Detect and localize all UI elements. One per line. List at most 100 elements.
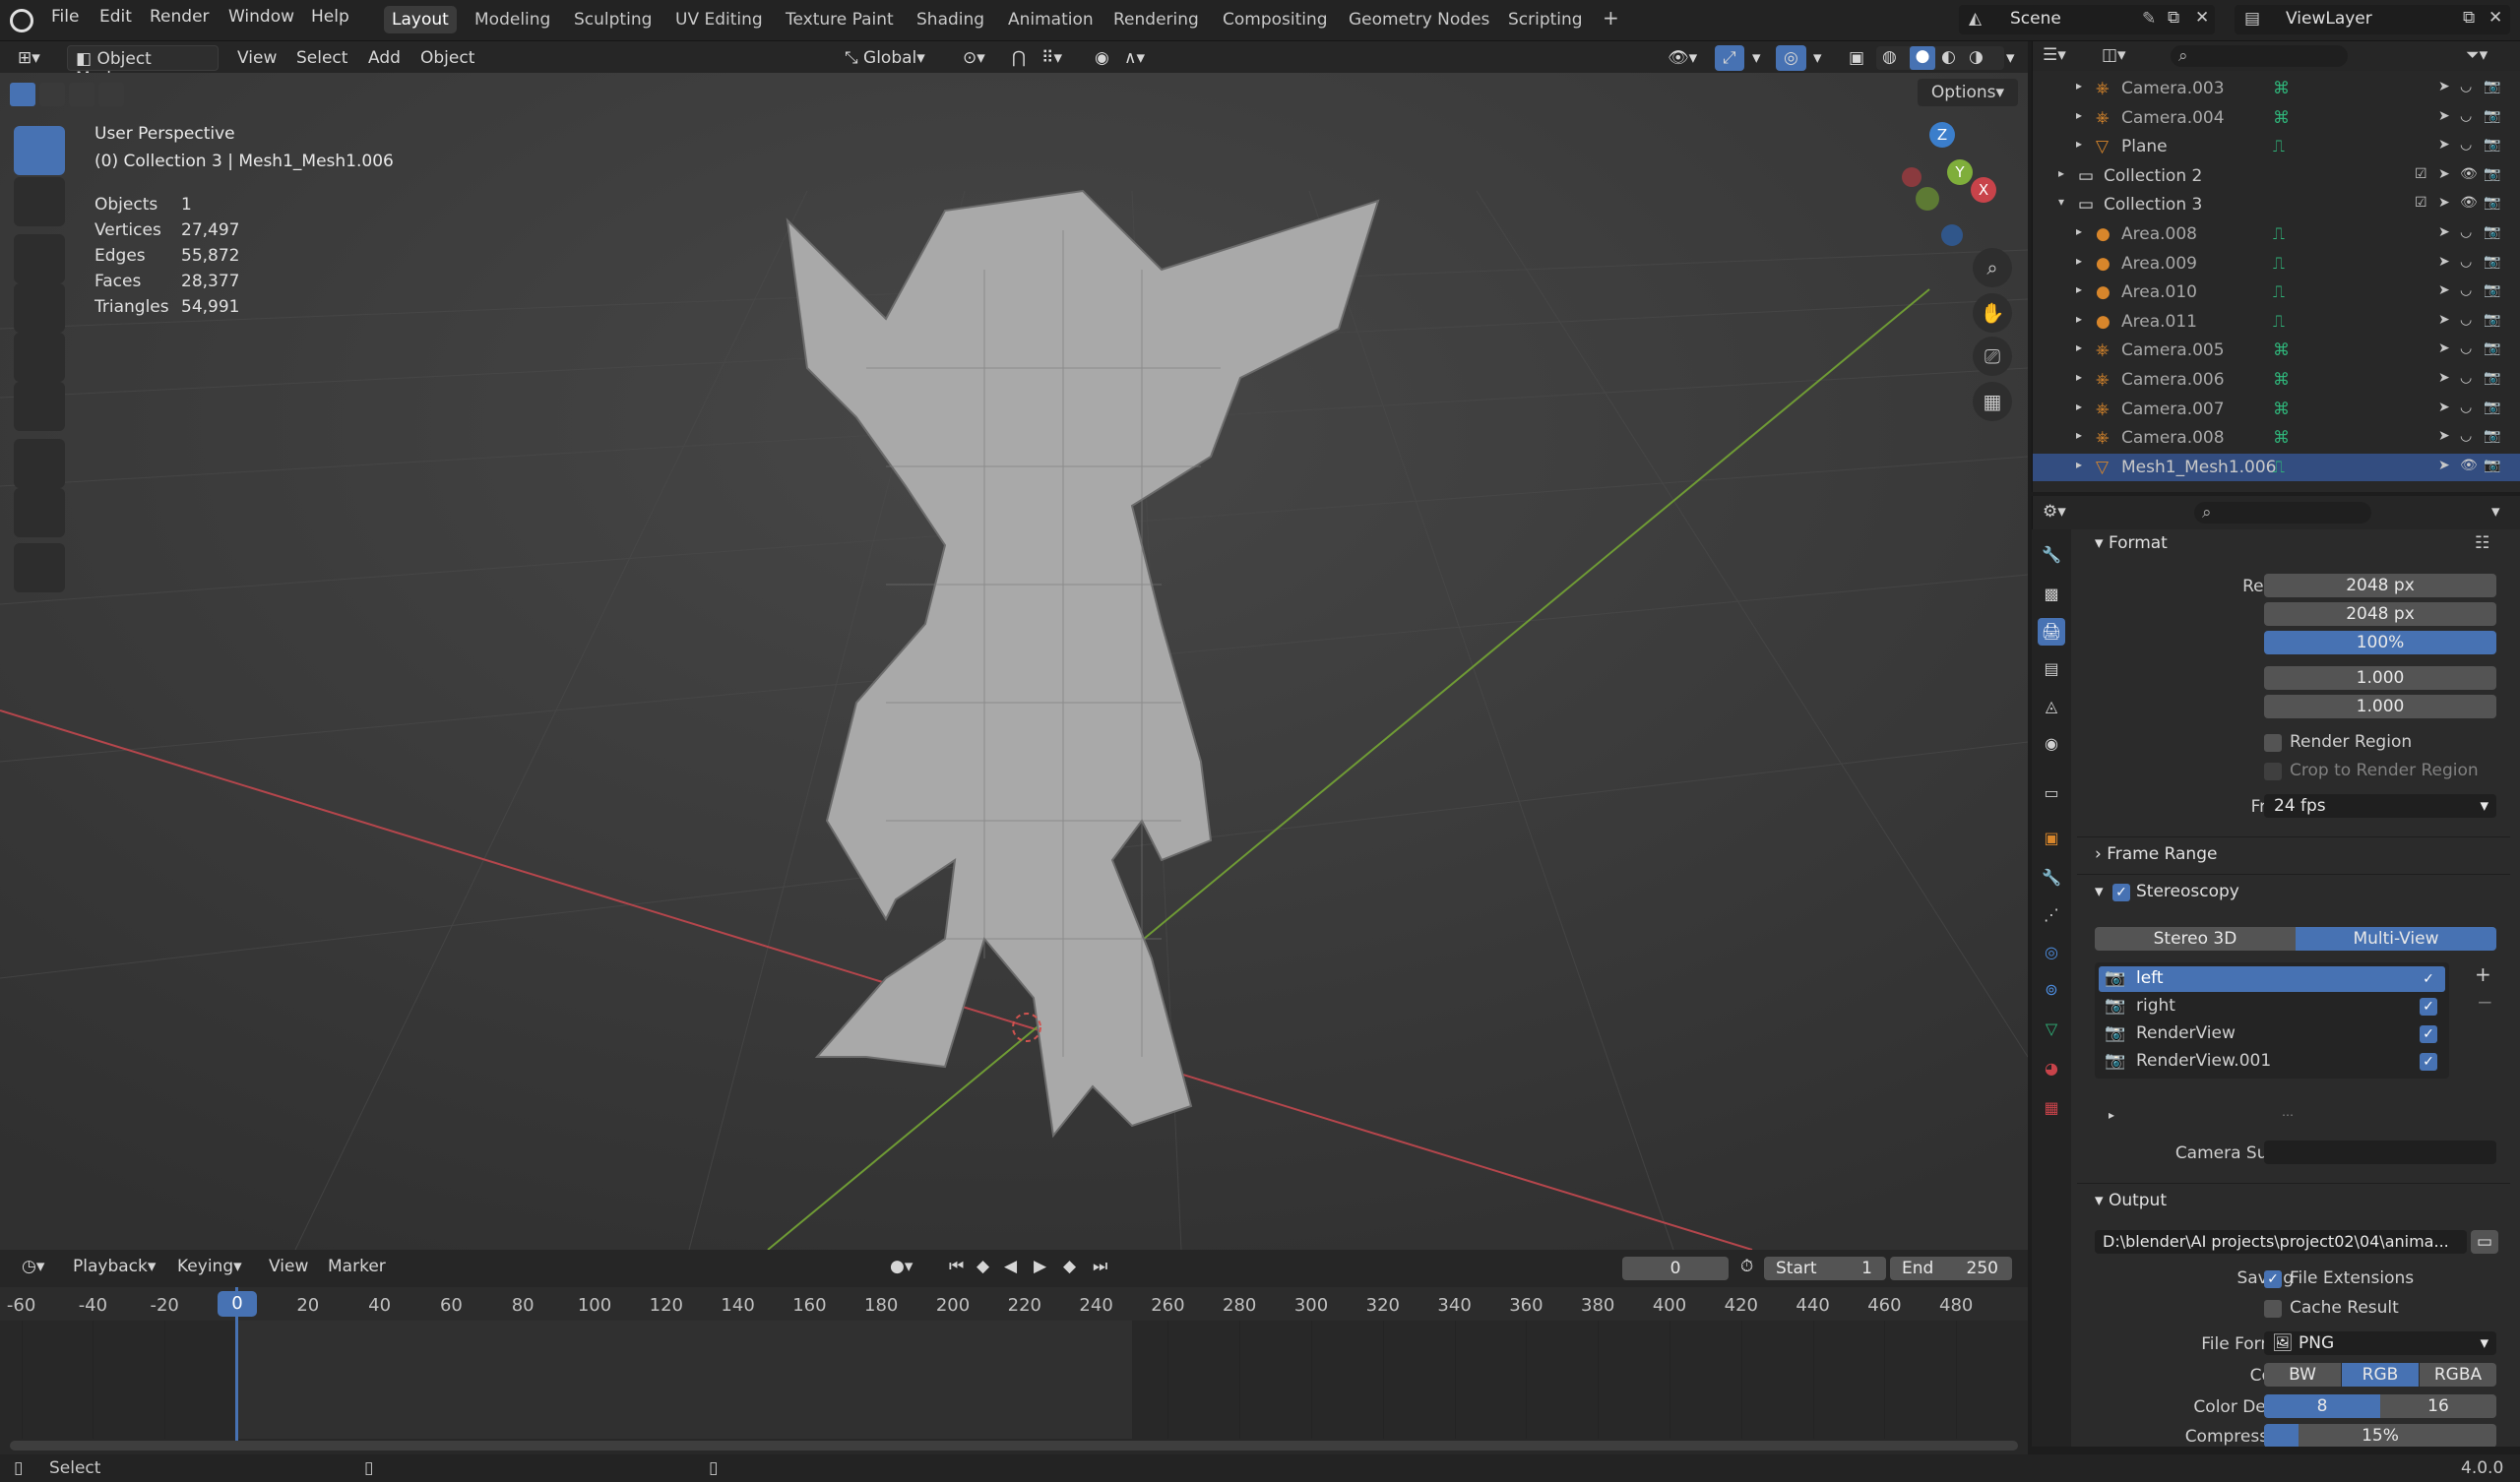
next-keyframe-icon[interactable]: ◆ [1055, 1254, 1084, 1279]
chevron-down-icon[interactable]: ▾ [1805, 45, 1830, 71]
texture-tab-icon[interactable]: ▦ [2038, 1094, 2065, 1122]
tab-sculpting[interactable]: Sculpting [566, 6, 660, 33]
folder-icon[interactable]: ▭ [2471, 1230, 2498, 1254]
chevron-right-icon[interactable]: ▸ [2076, 458, 2082, 471]
tab-shading[interactable]: Shading [909, 6, 992, 33]
outliner-item[interactable]: ▸ ⎈ Camera.004 ⌘ ➤ ◡ 📷 [2033, 104, 2520, 132]
gizmo-toggle-icon[interactable]: ⤢ [1715, 45, 1744, 71]
pan-hand-icon[interactable]: ✋ [1973, 293, 2012, 333]
menu-render[interactable]: Render [150, 7, 210, 27]
timeline[interactable]: -60 -40 -20 0 20 40 60 80 100 120 140 160 180 200 220 2… [0, 1287, 2028, 1456]
editor-type-icon[interactable]: ⚙▾ [2043, 502, 2066, 522]
select-arrow-icon[interactable]: ➤ [2438, 137, 2450, 153]
new-view-layer-icon[interactable]: ⧉ [2463, 8, 2475, 28]
render-camera-icon[interactable]: 📷 [2484, 428, 2500, 444]
outliner-item[interactable]: ▸ ▽ Mesh1_Mesh1.006 ⎍ ➤ 👁 📷 [2033, 453, 2520, 481]
tab-uv-editing[interactable]: UV Editing [667, 6, 771, 33]
render-camera-icon[interactable]: 📷 [2484, 340, 2500, 356]
editor-type-icon[interactable]: ☰▾ [2043, 45, 2066, 65]
scene-tab-icon[interactable]: ◬ [2038, 693, 2065, 720]
chevron-down-icon[interactable]: ▾ [1998, 45, 2023, 71]
select-extend-icon[interactable] [39, 83, 65, 106]
output-path-input[interactable]: D:\blender\AI projects\project02\04\anim… [2095, 1230, 2467, 1254]
zoom-icon[interactable]: ⌕ [1973, 248, 2012, 287]
scale-tool-icon[interactable] [14, 333, 65, 382]
crop-region-checkbox[interactable] [2264, 763, 2282, 780]
prev-keyframe-icon[interactable]: ◆ [969, 1254, 997, 1279]
neg-y-axis-icon[interactable] [1916, 187, 1939, 211]
render-tab-icon[interactable]: ▩ [2038, 581, 2065, 608]
chevron-right-icon[interactable]: ▸ [2076, 400, 2082, 413]
stereo-3d-button[interactable]: Stereo 3D [2095, 927, 2296, 951]
chevron-right-icon[interactable]: ▸ [2076, 428, 2082, 442]
play-reverse-icon[interactable]: ◀ [996, 1254, 1025, 1279]
hide-eye-icon[interactable]: ◡ [2460, 428, 2472, 444]
tab-scripting[interactable]: Scripting [1500, 6, 1591, 33]
list-item[interactable]: 📷 RenderView.001 ✓ [2099, 1049, 2445, 1075]
object-tab-icon[interactable]: ▣ [2038, 825, 2065, 852]
add-cube-tool-icon[interactable] [14, 543, 65, 592]
select-arrow-icon[interactable]: ➤ [2438, 370, 2450, 386]
close-icon[interactable]: ✕ [2195, 8, 2209, 28]
tab-modeling[interactable]: Modeling [467, 6, 558, 33]
chevron-right-icon[interactable]: ▸ [2076, 340, 2082, 354]
mode-dropdown[interactable]: ◧ Object Mode▾ [67, 45, 219, 89]
aspect-x-field[interactable]: 1.000 [2264, 666, 2496, 690]
hide-eye-icon[interactable]: ◡ [2460, 224, 2472, 240]
select-arrow-icon[interactable]: ➤ [2438, 282, 2450, 298]
menu-view[interactable]: View [229, 45, 284, 71]
view-enabled-checkbox[interactable]: ✓ [2420, 970, 2437, 988]
material-tab-icon[interactable]: ◕ [2038, 1055, 2065, 1082]
menu-file[interactable]: File [51, 7, 79, 27]
exclude-checkbox-icon[interactable]: ☑ [2415, 195, 2427, 211]
filter-icon[interactable]: ⏷▾ [2466, 45, 2488, 65]
display-mode-icon[interactable]: ◫▾ [2102, 45, 2126, 65]
hide-eye-icon[interactable]: ◡ [2460, 282, 2472, 298]
menu-add[interactable]: Add [360, 45, 409, 71]
rotate-tool-icon[interactable] [14, 283, 65, 333]
tab-rendering[interactable]: Rendering [1105, 6, 1207, 33]
snap-icon[interactable]: ⋂ [1004, 45, 1034, 71]
compression-slider[interactable]: 15% [2264, 1424, 2496, 1447]
view-enabled-checkbox[interactable]: ✓ [2420, 1053, 2437, 1071]
collection-tab-icon[interactable]: ▭ [2038, 779, 2065, 807]
hide-eye-icon[interactable]: 👁 [2460, 166, 2478, 182]
move-tool-icon[interactable] [14, 234, 65, 283]
render-camera-icon[interactable]: 📷 [2484, 254, 2500, 270]
transform-tool-icon[interactable] [14, 382, 65, 431]
visibility-icon[interactable]: 👁▾ [1660, 45, 1705, 71]
outliner-item[interactable]: ▸ ▭ Collection 2 ☑ ➤ 👁 📷 [2033, 162, 2520, 190]
resolution-percent-field[interactable]: 100% [2264, 631, 2496, 654]
x-axis-icon[interactable]: X [1971, 177, 1996, 203]
select-arrow-icon[interactable]: ➤ [2438, 428, 2450, 444]
hide-eye-icon[interactable]: ◡ [2460, 137, 2472, 153]
multi-view-button[interactable]: Multi-View [2296, 927, 2496, 951]
resolution-x-field[interactable]: 2048 px [2264, 574, 2496, 597]
select-invert-icon[interactable] [98, 83, 124, 106]
render-camera-icon[interactable]: 📷 [2484, 312, 2500, 328]
material-shading-icon[interactable]: ◐ [1941, 47, 1956, 67]
list-item[interactable]: 📷 right ✓ [2099, 994, 2445, 1019]
record-icon[interactable]: ●▾ [882, 1254, 920, 1279]
hide-eye-icon[interactable]: ◡ [2460, 340, 2472, 356]
hide-eye-icon[interactable]: 👁 [2460, 195, 2478, 211]
modifier-tab-icon[interactable]: 🔧 [2038, 864, 2065, 892]
tab-compositing[interactable]: Compositing [1215, 6, 1336, 33]
start-frame-field[interactable]: Start 1 [1764, 1257, 1886, 1280]
render-camera-icon[interactable]: 📷 [2484, 108, 2500, 124]
y-axis-icon[interactable]: Y [1947, 159, 1973, 185]
output-panel-header[interactable]: ▾ Output [2095, 1191, 2167, 1210]
menu-view[interactable]: View [261, 1254, 316, 1279]
view-enabled-checkbox[interactable]: ✓ [2420, 998, 2437, 1016]
navigation-gizmo[interactable]: Z Y X [1890, 122, 1998, 250]
hide-eye-icon[interactable]: ◡ [2460, 79, 2472, 94]
outliner-item[interactable]: ▸ ● Area.008 ⎍ ➤ ◡ 📷 [2033, 220, 2520, 248]
jump-end-icon[interactable]: ⏭ [1085, 1254, 1115, 1279]
select-arrow-icon[interactable]: ➤ [2438, 340, 2450, 356]
resolution-y-field[interactable]: 2048 px [2264, 602, 2496, 626]
options-button[interactable]: Options▾ [1918, 79, 2018, 106]
format-panel-header[interactable]: ▾ Format [2095, 533, 2168, 553]
outliner-item[interactable]: ▸ ⎈ Camera.007 ⌘ ➤ ◡ 📷 [2033, 396, 2520, 423]
scene-selector[interactable]: ◭ Scene ✎ ⧉ ✕ [1959, 5, 2215, 34]
chevron-right-icon[interactable]: ▸ [2076, 282, 2082, 296]
